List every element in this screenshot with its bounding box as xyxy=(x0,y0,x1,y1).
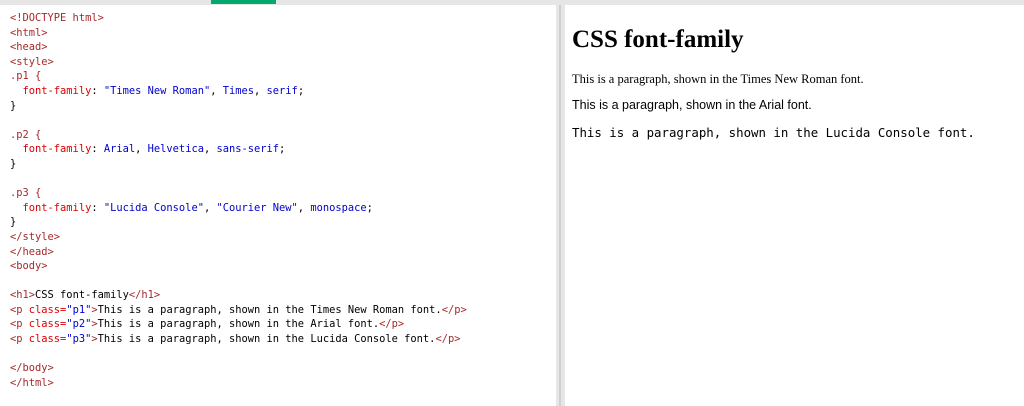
code-token: <p xyxy=(10,318,29,331)
code-line[interactable]: <p class="p2">This is a paragraph, shown… xyxy=(10,317,556,332)
code-token: sans-serif xyxy=(216,143,280,156)
code-token: </p> xyxy=(441,303,467,316)
code-token: font-family xyxy=(22,84,92,97)
code-token: <style> xyxy=(10,55,54,68)
code-line[interactable]: <p class="p1">This is a paragraph, shown… xyxy=(10,303,556,318)
code-line[interactable]: .p2 { xyxy=(10,128,556,143)
code-token: This is a paragraph, shown in the Lucida… xyxy=(97,333,436,346)
code-token: font-family xyxy=(22,143,92,156)
code-token: CSS font-family xyxy=(35,289,129,302)
code-line[interactable]: </style> xyxy=(10,230,556,245)
code-token: .p2 { xyxy=(10,128,42,141)
paragraph-lucida: This is a paragraph, shown in the Lucida… xyxy=(572,125,975,140)
code-token: "p2" xyxy=(66,318,92,331)
code-token: Times xyxy=(222,84,255,97)
code-line[interactable]: .p3 { xyxy=(10,186,556,201)
code-token: } xyxy=(10,157,17,170)
code-line[interactable]: <!DOCTYPE html> xyxy=(10,11,556,26)
code-token: monospace xyxy=(310,201,367,214)
code-line[interactable]: <h1>CSS font-family</h1> xyxy=(10,288,556,303)
code-line[interactable] xyxy=(10,347,556,362)
code-token: class= xyxy=(28,303,67,316)
code-token: : xyxy=(91,84,104,97)
code-line[interactable]: } xyxy=(10,157,556,172)
code-token: ; xyxy=(279,143,286,156)
code-token: } xyxy=(10,216,17,229)
paragraph-arial: This is a paragraph, shown in the Arial … xyxy=(572,98,812,112)
code-token: <p xyxy=(10,303,29,316)
code-line[interactable]: <head> xyxy=(10,40,556,55)
code-token: font-family xyxy=(22,201,92,214)
code-token: <p xyxy=(10,333,29,346)
code-line[interactable]: font-family: Arial, Helvetica, sans-seri… xyxy=(10,142,556,157)
code-token: </p> xyxy=(379,318,405,331)
code-token: , xyxy=(297,201,311,214)
code-token: "p3" xyxy=(66,333,92,346)
code-text[interactable]: <!DOCTYPE html> <html> <head> <style> .p1 { … xyxy=(0,5,556,390)
code-token: <body> xyxy=(10,260,48,273)
code-line[interactable]: <style> xyxy=(10,55,556,70)
code-token: } xyxy=(10,99,17,112)
code-token: class= xyxy=(28,333,67,346)
code-token: , xyxy=(210,84,223,97)
code-line[interactable] xyxy=(10,113,556,128)
code-token: "Lucida Console" xyxy=(103,201,204,214)
code-line[interactable]: .p1 { xyxy=(10,69,556,84)
code-token: : xyxy=(91,201,104,214)
code-token: , xyxy=(203,201,217,214)
code-token: "Courier New" xyxy=(216,201,298,214)
code-token: <head> xyxy=(10,41,48,54)
code-token: Arial xyxy=(103,143,136,156)
code-token: </html> xyxy=(10,376,54,389)
divider-grip[interactable] xyxy=(559,5,561,406)
code-token: "Times New Roman" xyxy=(103,84,211,97)
pane-divider[interactable] xyxy=(556,5,565,406)
code-line[interactable]: </head> xyxy=(10,245,556,260)
code-token: </h1> xyxy=(128,289,161,302)
code-token: </p> xyxy=(435,333,461,346)
code-token: , xyxy=(254,84,267,97)
code-token: </style> xyxy=(10,230,61,243)
code-token: ; xyxy=(366,201,373,214)
result-heading: CSS font-family xyxy=(572,26,744,53)
code-token: This is a paragraph, shown in the Times … xyxy=(97,303,442,316)
code-line[interactable]: } xyxy=(10,99,556,114)
code-line[interactable]: <body> xyxy=(10,259,556,274)
code-line[interactable] xyxy=(10,274,556,289)
code-line[interactable]: <p class="p3">This is a paragraph, shown… xyxy=(10,332,556,347)
code-token: , xyxy=(203,143,217,156)
code-line[interactable]: font-family: "Times New Roman", Times, s… xyxy=(10,84,556,99)
code-token: : xyxy=(91,143,104,156)
code-token: "p1" xyxy=(66,303,92,316)
code-line[interactable] xyxy=(10,172,556,187)
code-token: serif xyxy=(266,84,298,97)
code-token: .p1 { xyxy=(10,70,42,83)
code-token: <h1> xyxy=(10,289,36,302)
code-line[interactable]: <html> xyxy=(10,26,556,41)
code-token: class= xyxy=(28,318,67,331)
code-token: .p3 { xyxy=(10,187,42,200)
code-token: <html> xyxy=(10,26,48,39)
code-line[interactable]: } xyxy=(10,215,556,230)
code-token: <!DOCTYPE html> xyxy=(10,12,104,24)
code-token: ; xyxy=(297,84,305,97)
code-token: </head> xyxy=(10,245,54,258)
code-editor[interactable]: <!DOCTYPE html> <html> <head> <style> .p1 { … xyxy=(0,5,556,406)
code-line[interactable]: </html> xyxy=(10,376,556,391)
code-token: </body> xyxy=(10,362,54,375)
code-token: , xyxy=(135,143,148,156)
code-line[interactable]: </body> xyxy=(10,361,556,376)
result-content: CSS font-family This is a paragraph, sho… xyxy=(565,26,1024,140)
result-pane: CSS font-family This is a paragraph, sho… xyxy=(565,5,1024,406)
code-line[interactable]: font-family: "Lucida Console", "Courier … xyxy=(10,201,556,216)
code-token: This is a paragraph, shown in the Arial … xyxy=(97,318,380,331)
code-token: Helvetica xyxy=(147,143,204,156)
paragraph-times: This is a paragraph, shown in the Times … xyxy=(572,72,864,86)
active-tab-indicator xyxy=(211,0,276,4)
